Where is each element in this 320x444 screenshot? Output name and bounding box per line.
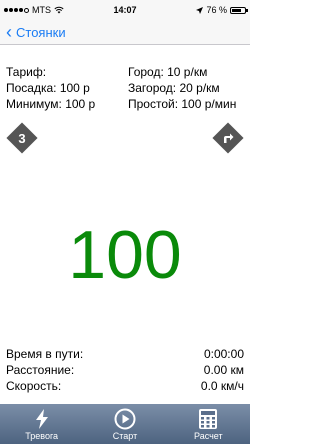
tariff-info: Тариф: Город: 10 р/км Посадка: 100 р Заг… [6,64,246,112]
distance-value: 0.00 км [203,363,244,377]
chevron-left-icon: ‹ [6,22,12,42]
speed-value: 0.0 км/ч [200,379,244,393]
signal-icon [4,7,29,13]
tab-label: Тревога [25,430,59,441]
minimum-fee: Минимум: 100 р [6,97,96,111]
battery-icon [230,6,248,14]
tab-label: Расчет [193,430,223,441]
tariff-row: Минимум: 100 р Простой: 100 р/мин [6,96,246,112]
trip-stats: Время в пути: 0:00:00 Расстояние: 0.00 к… [6,346,244,394]
carrier-name: MTS [32,5,51,15]
tab-label: Старт [112,430,138,441]
fare-amount: 100 [68,217,182,293]
back-button[interactable]: ‹ Стоянки [6,23,66,42]
tab-calculate[interactable]: Расчет [173,408,243,441]
idle-rate: Простой: 100 р/мин [128,97,237,111]
navigation-bar: ‹ Стоянки [0,20,250,45]
tariff-label: Тариф: [6,65,47,79]
status-right: 76 % [196,5,248,15]
counter-button-label: 3 [18,130,26,146]
tab-bar: Тревога Старт Расчет [0,404,250,444]
wifi-icon [54,6,64,14]
travel-time-value: 0:00:00 [203,347,244,361]
tab-alarm[interactable]: Тревога [7,408,77,441]
speed-label: Скорость: [6,379,62,393]
suburb-rate: Загород: 20 р/км [128,81,220,95]
boarding-fee: Посадка: 100 р [6,81,90,95]
travel-time-label: Время в пути: [6,347,84,361]
status-left: MTS [4,5,64,15]
turn-button[interactable] [212,122,244,154]
tariff-row: Тариф: Город: 10 р/км [6,64,246,80]
stat-row: Расстояние: 0.00 км [6,362,244,378]
city-rate: Город: 10 р/км [128,65,208,79]
location-icon [196,6,204,14]
back-button-label: Стоянки [16,25,66,40]
counter-button[interactable]: 3 [6,122,38,154]
stat-row: Время в пути: 0:00:00 [6,346,244,362]
status-bar: MTS 14:07 76 % [0,0,250,20]
tariff-row: Посадка: 100 р Загород: 20 р/км [6,80,246,96]
turn-right-arrow-icon [224,133,234,143]
distance-label: Расстояние: [6,363,75,377]
calculator-icon [199,408,218,429]
play-icon [114,408,136,429]
tab-start[interactable]: Старт [90,408,160,441]
lightning-icon [35,408,48,429]
battery-text: 76 % [206,5,227,15]
stat-row: Скорость: 0.0 км/ч [6,378,244,394]
